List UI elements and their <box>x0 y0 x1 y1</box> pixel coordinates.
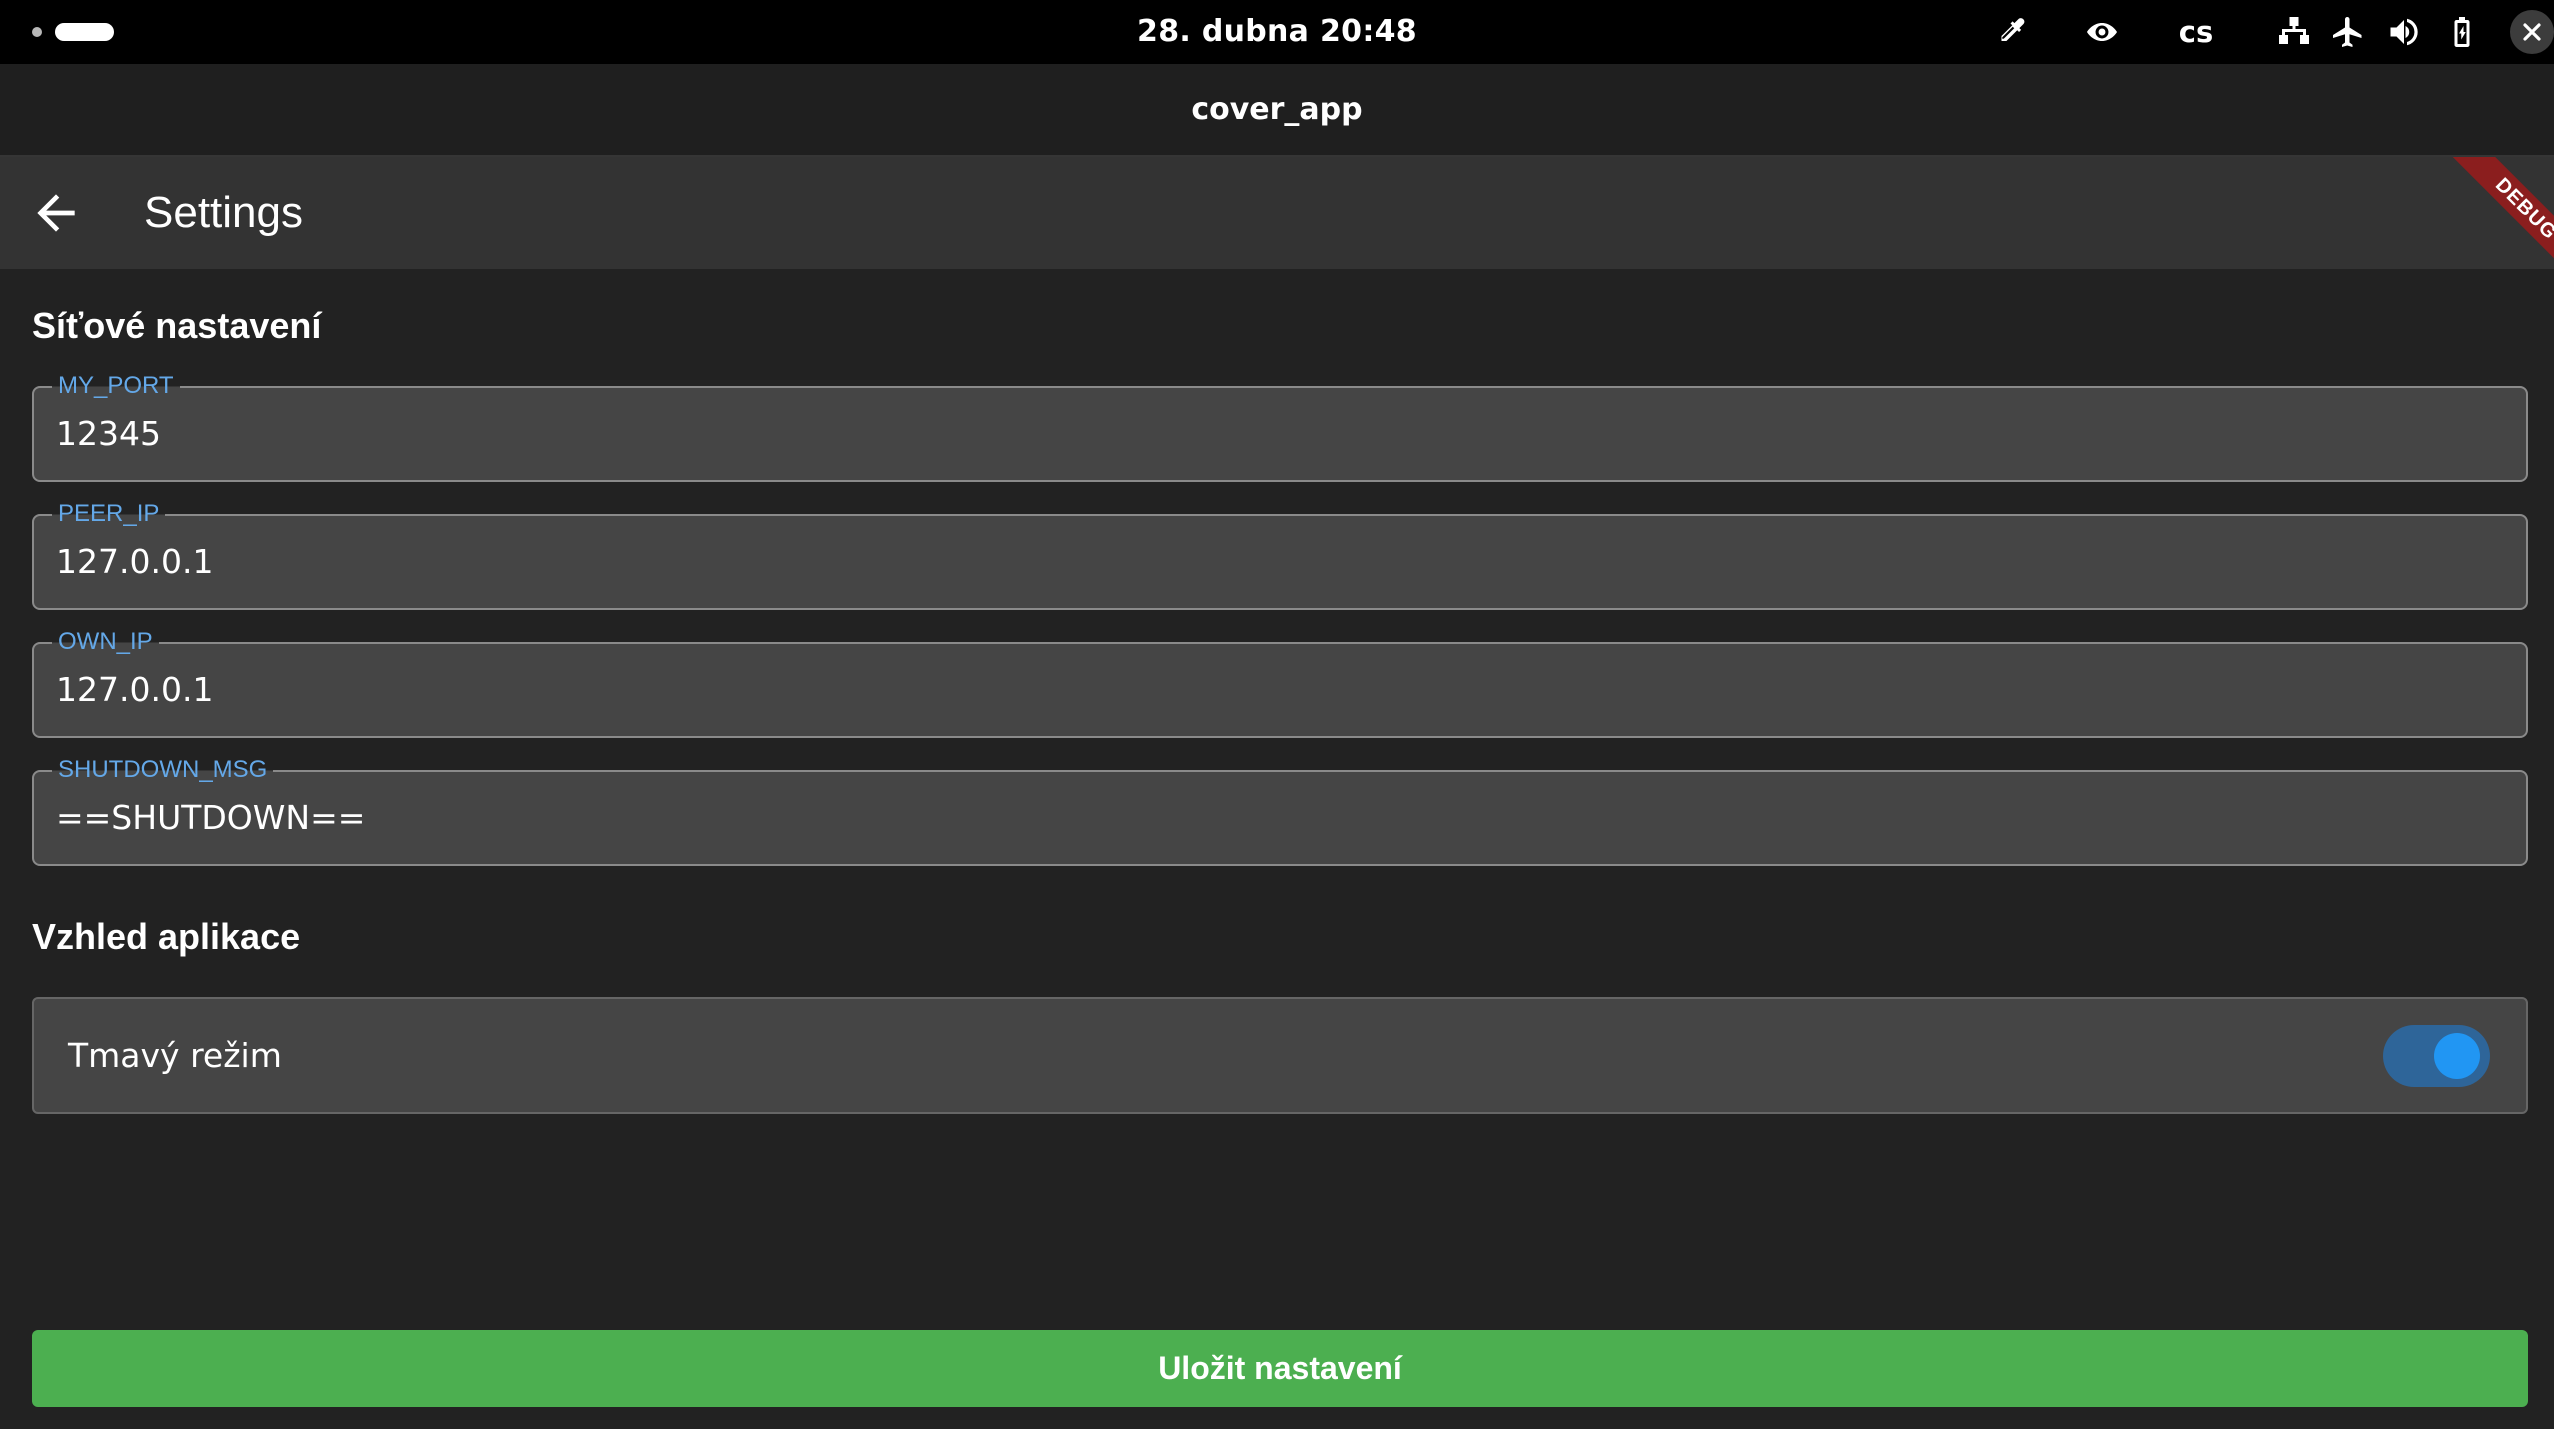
debug-banner: DEBUG <box>2451 157 2554 269</box>
page-title: Settings <box>144 188 303 237</box>
window-title: cover_app <box>1191 92 1363 127</box>
dark-mode-tile[interactable]: Tmavý režim <box>32 997 2528 1114</box>
keyboard-language-indicator[interactable]: cs <box>2176 0 2216 64</box>
battery-icon[interactable] <box>2444 14 2480 50</box>
appearance-section-title: Vzhled aplikace <box>32 916 301 957</box>
shutdown-msg-value[interactable]: ==SHUTDOWN== <box>56 798 365 838</box>
own-ip-field[interactable]: OWN_IP 127.0.0.1 <box>32 629 2528 738</box>
shutdown-msg-label: SHUTDOWN_MSG <box>52 757 274 783</box>
eye-icon[interactable] <box>2084 14 2120 50</box>
airplane-icon[interactable] <box>2330 14 2366 50</box>
own-ip-value[interactable]: 127.0.0.1 <box>56 670 213 710</box>
peer-ip-value[interactable]: 127.0.0.1 <box>56 542 213 582</box>
own-ip-label: OWN_IP <box>52 629 159 655</box>
save-settings-button[interactable]: Uložit nastavení <box>32 1330 2528 1407</box>
window-title-bar[interactable]: cover_app <box>0 64 2554 157</box>
network-section-title: Síťové nastavení <box>32 305 322 346</box>
color-picker-icon[interactable] <box>1994 14 2030 50</box>
back-button[interactable] <box>28 185 84 241</box>
app-bar: Settings DEBUG <box>0 157 2554 269</box>
workspace-dot-indicator[interactable] <box>32 27 42 37</box>
my-port-value[interactable]: 12345 <box>56 414 161 454</box>
active-workspace-indicator[interactable] <box>55 23 114 41</box>
shutdown-msg-field[interactable]: SHUTDOWN_MSG ==SHUTDOWN== <box>32 757 2528 866</box>
network-icon[interactable] <box>2276 14 2312 50</box>
system-clock[interactable]: 28. dubna 20:48 <box>0 0 2554 64</box>
close-icon[interactable] <box>2510 10 2554 54</box>
my-port-label: MY_PORT <box>52 373 180 399</box>
dark-mode-label: Tmavý režim <box>68 1036 282 1075</box>
volume-icon[interactable] <box>2386 14 2422 50</box>
system-top-bar: 28. dubna 20:48 cs <box>0 0 2554 64</box>
peer-ip-field[interactable]: PEER_IP 127.0.0.1 <box>32 501 2528 610</box>
my-port-field[interactable]: MY_PORT 12345 <box>32 373 2528 482</box>
dark-mode-switch[interactable] <box>2383 1025 2490 1087</box>
arrow-back-icon <box>37 194 75 232</box>
peer-ip-label: PEER_IP <box>52 501 166 527</box>
switch-knob <box>2434 1033 2480 1079</box>
